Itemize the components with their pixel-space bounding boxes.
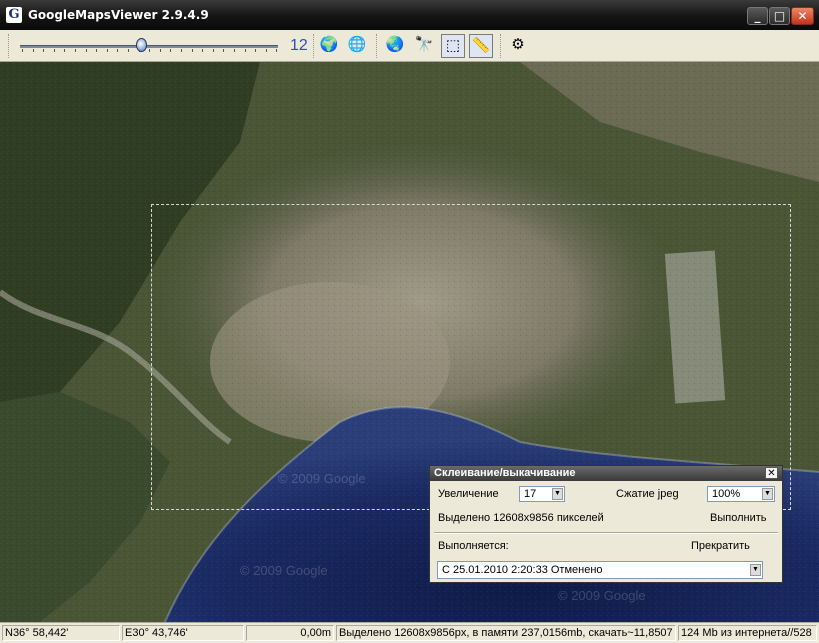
toolbar-separator (376, 34, 380, 58)
slider-tick (202, 49, 204, 52)
status-distance: 0,00m (246, 625, 334, 641)
ruler-button[interactable]: 📏 (469, 34, 493, 58)
selection-rect-button[interactable]: ⬚ (441, 34, 465, 58)
globe-layers-icon: 🌍 (319, 36, 339, 53)
zoom-slider-track[interactable] (20, 45, 278, 48)
maximize-button[interactable]: □ (769, 7, 790, 25)
slider-tick (170, 49, 172, 52)
toolbar: 12 🌍 🌐 🌏 🔭 ⬚ 📏 ⚙ (0, 30, 819, 62)
slider-tick (106, 49, 108, 52)
slider-tick (117, 49, 119, 52)
slider-tick (244, 49, 246, 52)
chevron-down-icon: ▼ (750, 564, 761, 576)
globe-layers-button[interactable]: 🌍 (317, 34, 341, 58)
slider-tick (191, 49, 193, 52)
stop-button[interactable]: Прекратить (691, 540, 750, 552)
jpeg-label: Сжатие jpeg (616, 488, 679, 500)
status-info: Выделено 12608x9856px, в памяти 237,0156… (336, 625, 676, 641)
dialog-title-bar[interactable]: Склеивание/выкачивание ✕ (430, 466, 782, 481)
close-icon: ✕ (797, 9, 808, 23)
slider-tick (128, 49, 129, 52)
status-latitude: N36° 58,442' (2, 625, 120, 641)
globe-button[interactable]: 🌐 (345, 34, 369, 58)
map-watermark: © 2009 Google (278, 471, 366, 486)
maximize-icon: □ (773, 9, 786, 23)
close-button[interactable]: ✕ (791, 7, 814, 25)
map-watermark: © 2009 Google (558, 588, 646, 603)
selection-rect-icon: ⬚ (445, 37, 461, 54)
slider-tick (85, 49, 87, 52)
stitch-download-dialog: Склеивание/выкачивание ✕ Увеличение 17 ▼… (429, 465, 783, 583)
slider-tick (96, 49, 98, 52)
slider-tick (32, 49, 34, 52)
zoom-select-value: 17 (524, 488, 537, 500)
slider-tick (64, 49, 66, 52)
toolbar-separator (500, 34, 504, 58)
task-select[interactable]: С 25.01.2010 2:20:33 Отменено ▼ (437, 561, 763, 579)
minimize-icon: _ (754, 9, 761, 23)
settings-button[interactable]: ⚙ (506, 34, 530, 58)
slider-tick (276, 49, 278, 52)
slider-tick (22, 49, 23, 52)
slider-tick (43, 49, 45, 52)
globe-icon: 🌐 (347, 36, 367, 53)
window-title: GoogleMapsViewer 2.9.4.9 (28, 8, 209, 22)
execute-button[interactable]: Выполнить (710, 512, 766, 524)
chevron-down-icon: ▼ (552, 488, 563, 500)
dialog-close-button[interactable]: ✕ (765, 467, 778, 479)
chevron-down-icon: ▼ (762, 488, 773, 500)
toolbar-grip[interactable] (8, 34, 12, 58)
slider-tick (255, 49, 257, 52)
status-network: 124 Mb из интернета//528 (678, 625, 817, 641)
globe-refresh-icon: 🌏 (385, 36, 405, 53)
slider-tick (149, 49, 151, 52)
close-icon: ✕ (767, 468, 776, 479)
zoom-select[interactable]: 17 ▼ (519, 486, 565, 502)
binoculars-button[interactable]: 🔭 (412, 34, 436, 58)
zoom-level-value: 12 (290, 37, 308, 54)
status-longitude: E30° 43,746' (122, 625, 244, 641)
slider-tick (265, 49, 267, 52)
binoculars-icon: 🔭 (414, 36, 434, 53)
selected-size-text: Выделено 12608x9856 пикселей (438, 512, 604, 524)
slider-tick (223, 49, 225, 52)
running-label: Выполняется: (438, 540, 509, 552)
dialog-title: Склеивание/выкачивание (434, 467, 576, 479)
slider-tick (212, 49, 214, 52)
minimize-button[interactable]: _ (747, 7, 768, 25)
ruler-icon: 📏 (471, 37, 491, 54)
jpeg-select-value: 100% (712, 488, 741, 500)
status-bar: N36° 58,442' E30° 43,746' 0,00m Выделено… (0, 622, 819, 643)
slider-tick (181, 49, 182, 52)
jpeg-select[interactable]: 100% ▼ (707, 486, 775, 502)
app-icon[interactable]: G (6, 7, 22, 23)
slider-tick (53, 49, 55, 52)
task-select-value: С 25.01.2010 2:20:33 Отменено (442, 564, 603, 576)
zoom-slider-thumb[interactable] (136, 38, 148, 52)
slider-tick (75, 49, 76, 52)
zoom-label: Увеличение (438, 488, 499, 500)
slider-tick (159, 49, 161, 52)
slider-tick (234, 49, 235, 52)
dialog-divider (434, 532, 778, 534)
gear-icon: ⚙ (511, 36, 525, 53)
map-watermark: © 2009 Google (240, 563, 328, 578)
globe-refresh-button[interactable]: 🌏 (383, 34, 407, 58)
title-bar: G GoogleMapsViewer 2.9.4.9 _ □ ✕ (0, 0, 819, 30)
